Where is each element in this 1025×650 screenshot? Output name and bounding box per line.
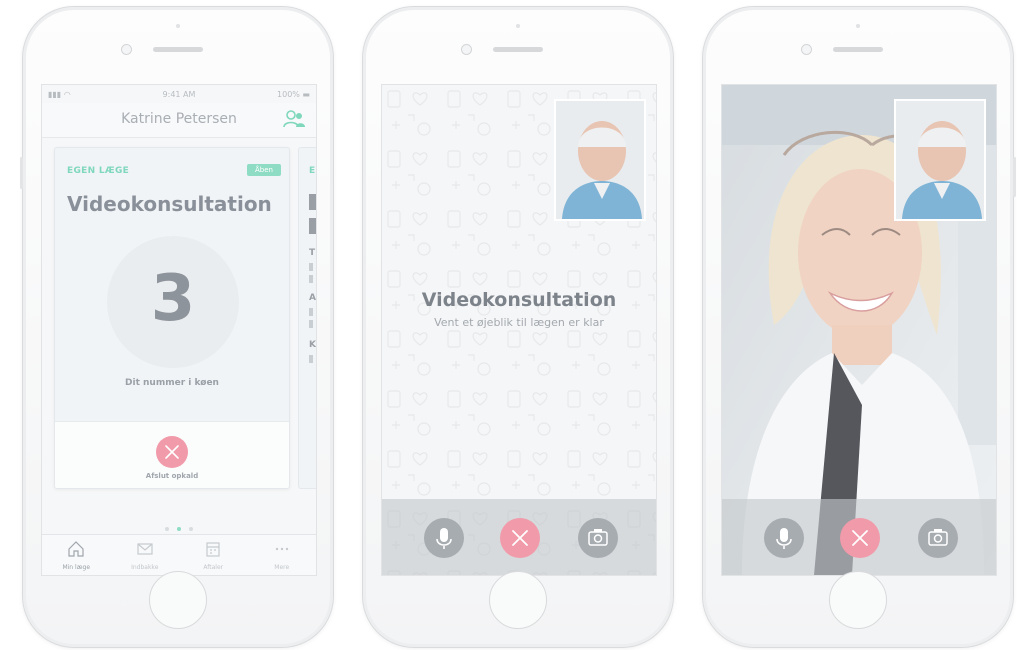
end-call-button[interactable] (500, 518, 540, 558)
home-button[interactable] (489, 571, 547, 629)
queue-label: Dit nummer i køen (125, 378, 219, 388)
status-time: 9:41 AM (162, 90, 196, 99)
app-screen: ▮▮▮ ◠ 9:41 AM 100% ▬ Katrine Petersen EG… (41, 84, 317, 576)
next-card-label: E (309, 166, 316, 176)
people-icon[interactable] (282, 109, 306, 129)
front-camera (461, 44, 472, 55)
next-card-letter: T (309, 248, 316, 258)
self-view-video[interactable] (894, 99, 986, 221)
phone-sensor (856, 24, 860, 28)
video-call-screen (721, 84, 997, 576)
card-footer: Afslut opkald (55, 421, 289, 488)
patient-video (556, 101, 644, 219)
call-title: Videokonsultation (421, 289, 617, 311)
call-status: Vent et øjeblik til lægen er klar (434, 316, 604, 329)
microphone-icon (776, 528, 792, 549)
text-line (309, 275, 313, 283)
phone-speaker (493, 47, 543, 52)
status-bar: ▮▮▮ ◠ 9:41 AM 100% ▬ (42, 85, 316, 103)
phone-speaker (153, 47, 203, 52)
self-view-video[interactable] (554, 99, 646, 221)
battery-percent: 100% (277, 90, 300, 99)
page-indicator[interactable] (42, 516, 316, 535)
next-card-letter: K (309, 340, 316, 350)
text-line (309, 320, 313, 328)
card-title: Videokonsultation (67, 192, 272, 216)
close-icon (165, 445, 179, 459)
battery-indicator: 100% ▬ (277, 90, 310, 99)
next-card-title-fragment (309, 218, 316, 234)
phone-frame-2: Videokonsultation Vent et øjeblik til læ… (362, 6, 674, 648)
end-call-label: Afslut opkald (145, 472, 199, 480)
camera-switch-icon (588, 529, 608, 546)
front-camera (121, 44, 132, 55)
call-controls (722, 499, 996, 575)
consultation-card: EGEN LÆGE Åben Videokonsultation 3 Dit n… (54, 147, 290, 489)
front-camera (801, 44, 812, 55)
calendar-icon (206, 542, 220, 557)
tab-label: Min læge (62, 564, 91, 571)
app-header: Katrine Petersen (42, 103, 316, 138)
mail-icon (137, 543, 153, 555)
queue-number: 3 (150, 262, 196, 336)
phone-sensor (176, 24, 180, 28)
phone-frame-3 (702, 6, 1016, 648)
waiting-screen: Videokonsultation Vent et øjeblik til læ… (381, 84, 657, 576)
next-card[interactable]: E T A K (298, 147, 316, 489)
power-button (1013, 157, 1016, 197)
card-label: EGEN LÆGE (67, 166, 130, 176)
home-button[interactable] (149, 571, 207, 629)
more-icon (275, 547, 288, 551)
page-dot[interactable] (189, 527, 193, 531)
close-icon (852, 530, 868, 546)
tab-label: Aftaler (203, 564, 224, 571)
user-name: Katrine Petersen (121, 111, 237, 127)
queue-circle: 3 (107, 236, 239, 368)
end-call-button[interactable] (156, 436, 188, 468)
mute-button[interactable] (764, 518, 804, 558)
page-dot-active[interactable] (177, 527, 181, 531)
tab-min-laege[interactable]: Min læge (42, 535, 111, 575)
end-call-button[interactable] (840, 518, 880, 558)
phone-speaker (833, 47, 883, 52)
mute-button[interactable] (424, 518, 464, 558)
status-badge: Åben (247, 164, 281, 176)
page-dot[interactable] (165, 527, 169, 531)
text-line (309, 355, 313, 363)
tab-label: Mere (274, 564, 290, 571)
patient-video (896, 101, 984, 219)
switch-camera-button[interactable] (918, 518, 958, 558)
next-card-letter: A (309, 293, 316, 303)
text-line (309, 308, 313, 316)
tab-label: Indbakke (131, 564, 159, 571)
tab-indbakke[interactable]: Indbakke (111, 535, 180, 575)
home-icon (68, 541, 84, 557)
volume-button (20, 157, 23, 189)
close-icon (512, 530, 528, 546)
home-button[interactable] (829, 571, 887, 629)
tab-mere[interactable]: Mere (248, 535, 317, 575)
tab-aftaler[interactable]: Aftaler (179, 535, 248, 575)
call-controls (382, 499, 656, 575)
switch-camera-button[interactable] (578, 518, 618, 558)
microphone-icon (436, 528, 452, 549)
tab-bar: Min læge Indbakke Aftaler Mere (42, 534, 316, 575)
phone-frame-1: ▮▮▮ ◠ 9:41 AM 100% ▬ Katrine Petersen EG… (20, 6, 334, 648)
text-line (309, 263, 313, 271)
camera-switch-icon (928, 529, 948, 546)
next-card-title-fragment (309, 194, 316, 210)
phone-sensor (516, 24, 520, 28)
